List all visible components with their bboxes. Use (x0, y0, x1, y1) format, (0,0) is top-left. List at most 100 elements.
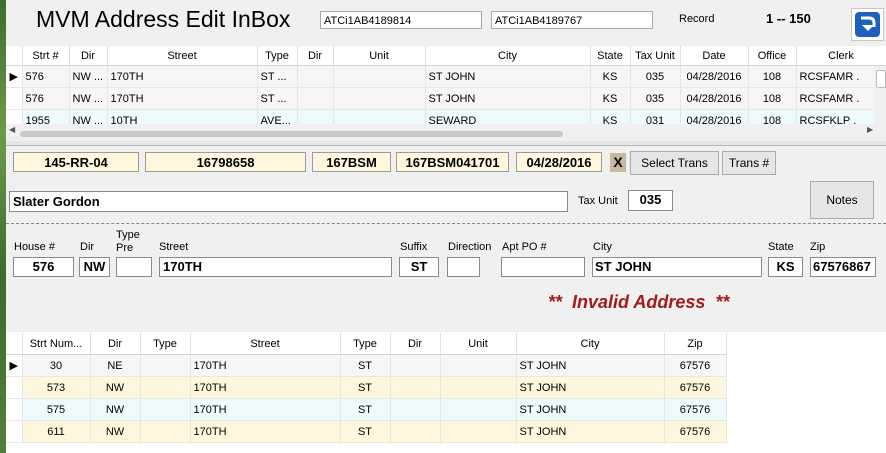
zip-field[interactable]: 67576867 (810, 257, 876, 277)
table-row[interactable]: 611 NW 170TH ST ST JOHN 67576 (6, 420, 727, 443)
apt-label: Apt PO # (502, 241, 547, 253)
inbox-grid[interactable]: Strt # Dir Street Type Dir Unit City Sta… (6, 46, 886, 124)
table-row[interactable]: 573 NW 170TH ST ST JOHN 67576 (6, 376, 727, 399)
cell (440, 376, 517, 399)
cell (390, 354, 441, 377)
app-title: MVM Address Edit InBox (36, 6, 291, 32)
suggestions-grid-header: Strt Num... Dir Type Street Type Dir Uni… (6, 333, 727, 355)
col-clerk[interactable]: Clerk (796, 46, 886, 66)
cell: 575 (22, 398, 91, 421)
col-type[interactable]: Type (257, 46, 298, 66)
scroll-right-icon[interactable]: ▶ (867, 125, 873, 134)
col-strt-num[interactable]: Strt Num... (22, 333, 91, 355)
col-state[interactable]: State (590, 46, 631, 66)
type-pre-label: Type Pre (116, 229, 140, 254)
trans-num-button[interactable]: Trans # (722, 151, 776, 175)
col-tax-unit[interactable]: Tax Unit (630, 46, 681, 66)
cell: 67576 (664, 398, 727, 421)
direction-field[interactable] (447, 257, 480, 277)
cell: ST JOHN (516, 376, 665, 399)
cell: 67576 (664, 376, 727, 399)
cell: ST (340, 420, 391, 443)
col-city[interactable]: City (425, 46, 591, 66)
col-street[interactable]: Street (107, 46, 258, 66)
col-city[interactable]: City (516, 333, 665, 355)
table-row[interactable]: 1955 NW ... 10TH AVE... SEWARD KS 031 04… (6, 109, 886, 124)
cell: RCSFAMR . (796, 65, 886, 88)
cell: ST (340, 376, 391, 399)
scroll-thumb[interactable] (876, 70, 886, 88)
street-field[interactable]: 170TH (159, 257, 392, 277)
col-type[interactable]: Type (140, 333, 191, 355)
col-dir[interactable]: Dir (90, 333, 141, 355)
scroll-left-icon[interactable]: ◀ (9, 125, 15, 134)
cell (140, 376, 191, 399)
cell: ST (340, 398, 391, 421)
col-zip[interactable]: Zip (664, 333, 727, 355)
cell: ST JOHN (516, 420, 665, 443)
id-field-1[interactable]: ATCi1AB4189814 (320, 11, 482, 29)
cell: 67576 (664, 354, 727, 377)
detail-field-3[interactable]: 167BSM (312, 152, 391, 172)
col-unit[interactable]: Unit (440, 333, 517, 355)
col-office[interactable]: Office (748, 46, 797, 66)
cell (440, 398, 517, 421)
detail-field-2[interactable]: 16798658 (145, 152, 306, 172)
id-field-2[interactable]: ATCi1AB4189767 (491, 11, 653, 29)
cell: 170TH (190, 398, 341, 421)
apt-field[interactable] (501, 257, 585, 277)
table-row[interactable]: ▶ 30 NE 170TH ST ST JOHN 67576 (6, 354, 727, 377)
inbox-grid-header: Strt # Dir Street Type Dir Unit City Sta… (6, 46, 886, 66)
suffix-field[interactable]: ST (399, 257, 439, 277)
cell: AVE... (257, 109, 298, 124)
house-label: House # (14, 241, 55, 253)
col-dir-2[interactable]: Dir (297, 46, 334, 66)
cell: 1955 (22, 109, 70, 124)
notes-button[interactable]: Notes (810, 181, 874, 219)
cell: RCSFAMR . (796, 87, 886, 110)
cell (333, 65, 426, 88)
col-dir-2[interactable]: Dir (390, 333, 441, 355)
cell: NW (90, 376, 141, 399)
city-label: City (593, 241, 612, 253)
col-unit[interactable]: Unit (333, 46, 426, 66)
name-field[interactable]: Slater Gordon (9, 191, 568, 212)
zip-label: Zip (810, 241, 826, 253)
house-field[interactable]: 576 (13, 257, 74, 277)
cell: 10TH (107, 109, 258, 124)
cell (390, 376, 441, 399)
city-field[interactable]: ST JOHN (592, 257, 762, 277)
cell (297, 109, 334, 124)
horizontal-scroll-thumb[interactable] (20, 131, 563, 137)
table-row[interactable]: ▶ 576 NW ... 170TH ST ... ST JOHN KS 035… (6, 65, 886, 88)
tax-unit-field[interactable]: 035 (628, 190, 673, 211)
vertical-scrollbar[interactable] (874, 66, 886, 124)
table-row[interactable]: 576 NW ... 170TH ST ... ST JOHN KS 035 0… (6, 87, 886, 110)
type-pre-field[interactable] (116, 257, 152, 277)
col-strt-num[interactable]: Strt # (22, 46, 70, 66)
suggestions-grid[interactable]: Strt Num... Dir Type Street Type Dir Uni… (6, 333, 727, 443)
cell: NW ... (69, 87, 108, 110)
detail-field-date[interactable]: 04/28/2016 (516, 152, 602, 172)
table-row[interactable]: 575 NW 170TH ST ST JOHN 67576 (6, 398, 727, 421)
cell: 035 (630, 87, 681, 110)
col-street[interactable]: Street (190, 333, 341, 355)
cell (390, 398, 441, 421)
clear-button[interactable]: X (610, 153, 626, 172)
select-trans-button[interactable]: Select Trans (630, 151, 719, 175)
state-field[interactable]: KS (768, 257, 803, 277)
row-header (6, 376, 23, 399)
col-type-2[interactable]: Type (340, 333, 391, 355)
cell: ST JOHN (516, 398, 665, 421)
dir-field[interactable]: NW (79, 257, 110, 277)
detail-field-4[interactable]: 167BSM041701 (396, 152, 509, 172)
direction-label: Direction (448, 241, 492, 253)
cell: RCSFKLP . (796, 109, 886, 124)
col-dir[interactable]: Dir (69, 46, 108, 66)
cell: ST JOHN (516, 354, 665, 377)
detail-field-1[interactable]: 145-RR-04 (13, 152, 139, 172)
back-button[interactable] (851, 8, 884, 41)
record-label: Record (679, 13, 715, 25)
cell: 170TH (190, 376, 341, 399)
col-date[interactable]: Date (680, 46, 749, 66)
